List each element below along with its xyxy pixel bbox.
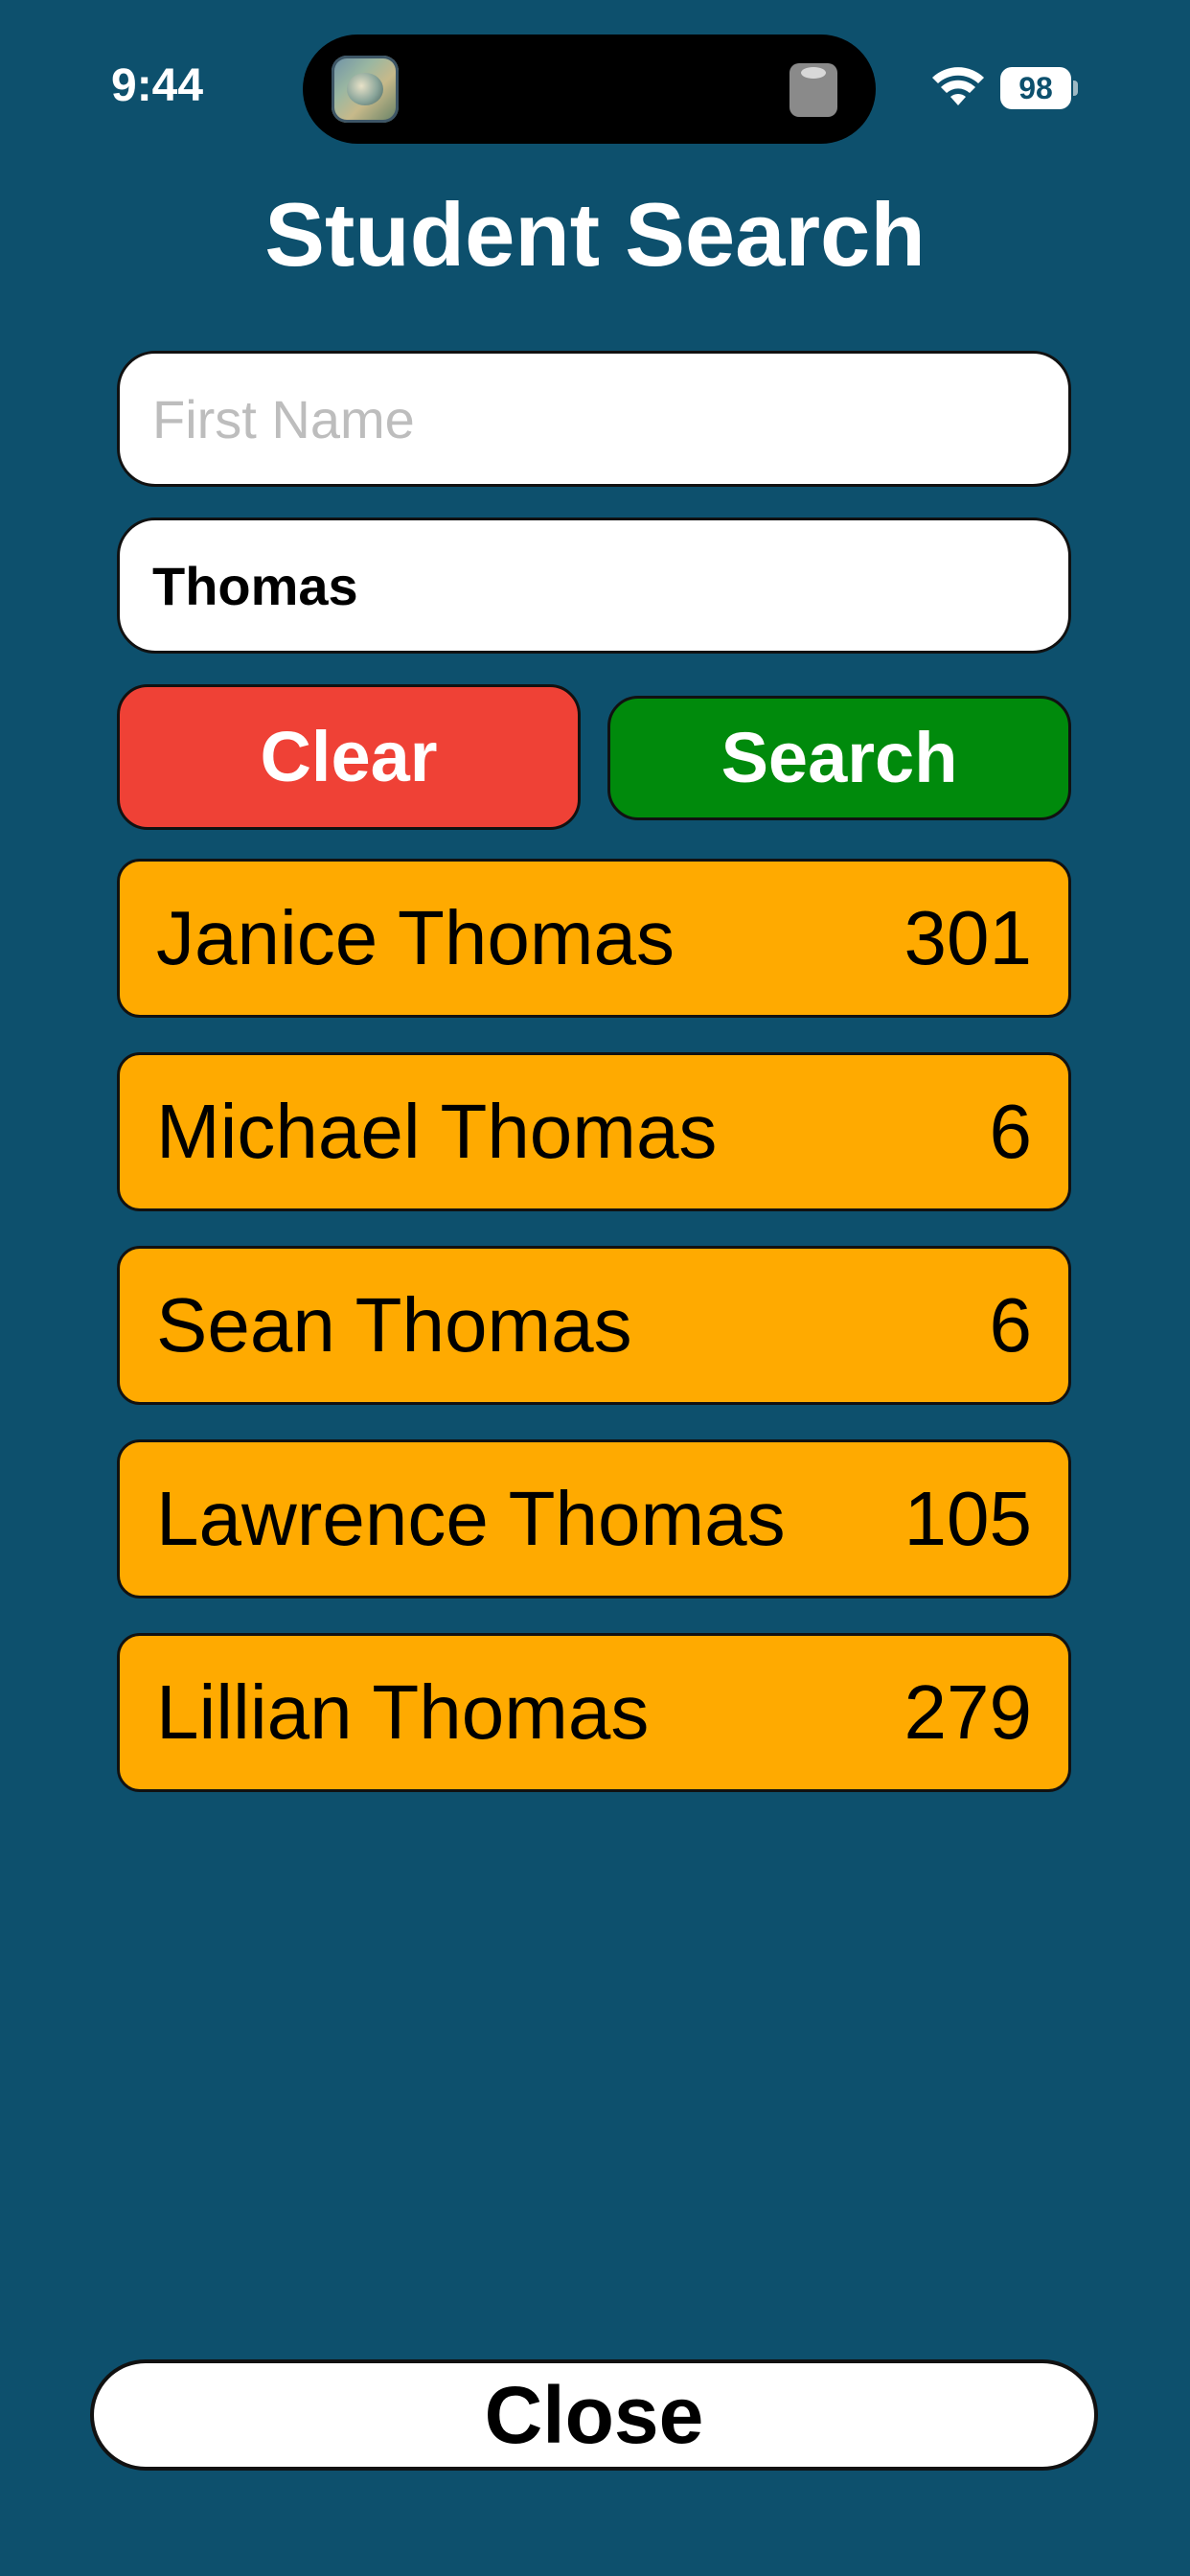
- wifi-icon: [932, 67, 984, 105]
- result-row[interactable]: Janice Thomas 301: [117, 859, 1071, 1018]
- student-number: 279: [904, 1669, 1032, 1755]
- result-row[interactable]: Lawrence Thomas 105: [117, 1439, 1071, 1598]
- result-row[interactable]: Lillian Thomas 279: [117, 1633, 1071, 1792]
- student-name: Lawrence Thomas: [156, 1476, 786, 1561]
- search-button[interactable]: Search: [607, 696, 1071, 820]
- status-time: 9:44: [111, 60, 204, 111]
- page-title: Student Search: [264, 184, 926, 285]
- close-button[interactable]: Close: [90, 2359, 1098, 2471]
- result-row[interactable]: Michael Thomas 6: [117, 1052, 1071, 1211]
- student-number: 301: [904, 895, 1032, 980]
- student-name: Sean Thomas: [156, 1282, 632, 1368]
- student-number: 6: [989, 1282, 1033, 1368]
- speaker-icon: [790, 63, 837, 117]
- student-name: Janice Thomas: [156, 895, 675, 980]
- student-name: Michael Thomas: [156, 1089, 718, 1174]
- app-thumbnail-icon: [332, 56, 399, 123]
- last-name-input[interactable]: [117, 518, 1071, 654]
- battery-nub: [1073, 80, 1078, 96]
- student-name: Lillian Thomas: [156, 1669, 650, 1755]
- first-name-input[interactable]: [117, 351, 1071, 487]
- dynamic-island: [303, 34, 876, 144]
- clear-button[interactable]: Clear: [117, 684, 581, 830]
- battery-level: 98: [1018, 71, 1053, 105]
- battery-icon: 98: [1000, 67, 1078, 109]
- student-number: 6: [989, 1089, 1033, 1174]
- student-number: 105: [904, 1476, 1032, 1561]
- result-row[interactable]: Sean Thomas 6: [117, 1246, 1071, 1405]
